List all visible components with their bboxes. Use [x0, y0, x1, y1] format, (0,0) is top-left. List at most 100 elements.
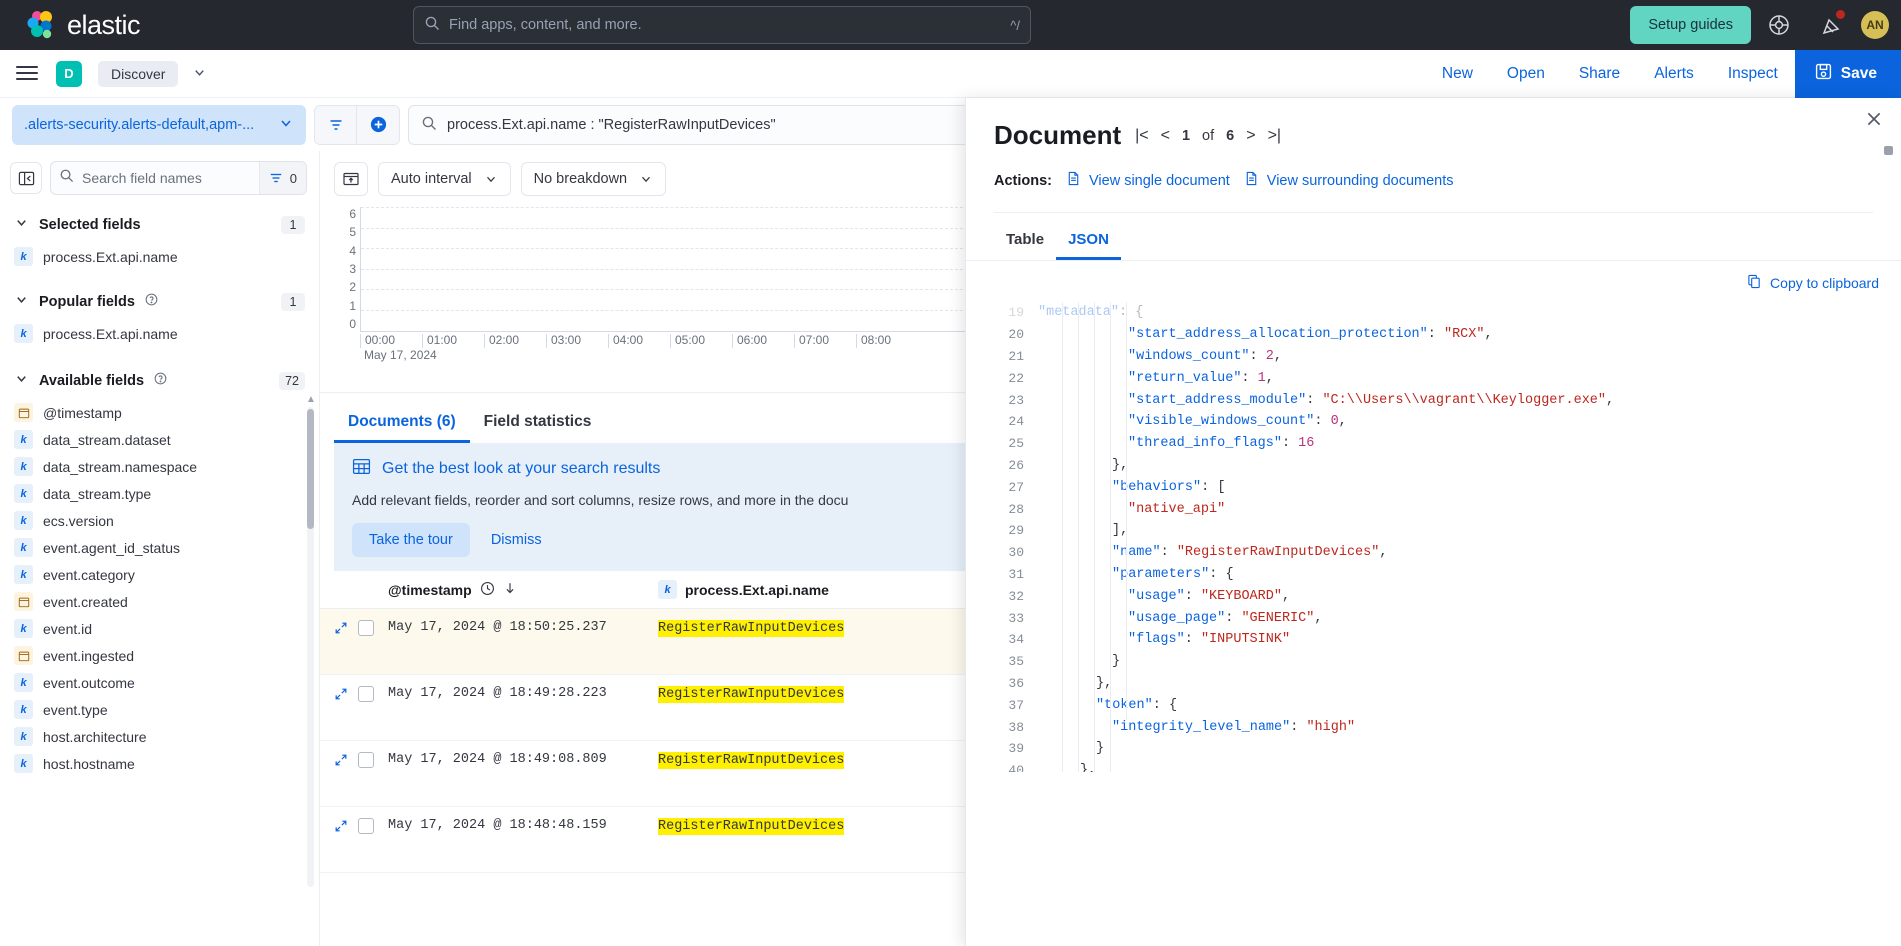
- field-item[interactable]: event.ingested: [0, 642, 319, 669]
- field-item[interactable]: k host.architecture: [0, 723, 319, 750]
- row-checkbox[interactable]: [358, 752, 388, 768]
- save-button[interactable]: Save: [1795, 50, 1901, 98]
- line-number: 27: [994, 480, 1038, 495]
- code-line: 29 ],: [994, 520, 1901, 542]
- expand-row-icon[interactable]: [334, 686, 358, 704]
- dismiss-button[interactable]: Dismiss: [478, 523, 555, 557]
- page-title: Document: [994, 120, 1121, 151]
- filter-options-button[interactable]: [315, 106, 357, 144]
- row-checkbox[interactable]: [358, 686, 388, 702]
- field-item[interactable]: k event.id: [0, 615, 319, 642]
- line-text: ],: [1038, 523, 1128, 538]
- row-checkbox[interactable]: [358, 620, 388, 636]
- nav-inspect[interactable]: Inspect: [1711, 65, 1795, 83]
- code-line: 31 "parameters": {: [994, 564, 1901, 586]
- interval-selector[interactable]: Auto interval: [378, 162, 511, 196]
- field-type-keyword-icon: k: [14, 457, 33, 476]
- field-name: event.agent_id_status: [43, 540, 180, 556]
- global-search-input[interactable]: Find apps, content, and more. ^/: [413, 6, 1031, 44]
- avatar[interactable]: AN: [1861, 11, 1889, 39]
- sidebar-scrollbar-thumb[interactable]: [307, 409, 314, 529]
- expand-row-icon[interactable]: [334, 752, 358, 770]
- column-header-timestamp[interactable]: @timestamp: [388, 581, 658, 599]
- field-item[interactable]: k ecs.version: [0, 507, 319, 534]
- next-page-button[interactable]: >: [1246, 127, 1255, 145]
- space-avatar[interactable]: D: [56, 61, 82, 87]
- field-item[interactable]: k process.Ext.api.name: [0, 320, 319, 347]
- last-page-button[interactable]: >|: [1268, 127, 1282, 145]
- take-the-tour-button[interactable]: Take the tour: [352, 523, 470, 557]
- help-icon[interactable]: [1767, 13, 1791, 37]
- json-scrollbar-thumb[interactable]: [1884, 146, 1893, 155]
- collapse-sidebar-button[interactable]: [10, 162, 42, 194]
- prev-page-button[interactable]: <: [1161, 127, 1170, 145]
- first-page-button[interactable]: |<: [1135, 127, 1149, 145]
- field-item[interactable]: k event.type: [0, 696, 319, 723]
- field-item[interactable]: k event.outcome: [0, 669, 319, 696]
- copy-icon: [1747, 274, 1762, 292]
- global-header: elastic Find apps, content, and more. ^/…: [0, 0, 1901, 50]
- group-selected-fields[interactable]: Selected fields 1: [0, 203, 319, 243]
- chevron-down-icon[interactable]: [192, 65, 207, 83]
- field-name: data_stream.dataset: [43, 432, 171, 448]
- data-view-label: .alerts-security.alerts-default,apm-...: [24, 117, 254, 133]
- tab-field-statistics[interactable]: Field statistics: [470, 405, 606, 443]
- field-item[interactable]: k data_stream.namespace: [0, 453, 319, 480]
- search-field-names-input[interactable]: Search field names 0: [50, 161, 307, 195]
- chart-options-button[interactable]: [334, 162, 368, 196]
- json-code-viewer[interactable]: 19 "metadata": { 20 "start_address_alloc…: [994, 302, 1901, 772]
- expand-row-icon[interactable]: [334, 818, 358, 836]
- view-surrounding-documents-link[interactable]: View surrounding documents: [1244, 171, 1454, 190]
- copy-to-clipboard-button[interactable]: Copy to clipboard: [1747, 274, 1879, 292]
- app-nav-bar: D Discover New Open Share Alerts Inspect…: [0, 50, 1901, 98]
- tab-documents[interactable]: Documents (6): [334, 405, 470, 443]
- add-filter-button[interactable]: [357, 106, 399, 144]
- field-item-timestamp[interactable]: @timestamp: [0, 399, 319, 426]
- field-filter-button[interactable]: 0: [259, 162, 306, 194]
- cell-timestamp: May 17, 2024 @ 18:50:25.237: [388, 620, 658, 635]
- document-icon: [1066, 171, 1081, 190]
- flyout-tab-json[interactable]: JSON: [1056, 225, 1121, 260]
- menu-icon[interactable]: [16, 66, 38, 82]
- chevron-down-icon: [14, 292, 29, 312]
- row-checkbox[interactable]: [358, 818, 388, 834]
- group-title: Popular fields: [39, 294, 135, 310]
- breadcrumb-discover[interactable]: Discover: [98, 61, 178, 87]
- line-text: "usage_page": "GENERIC",: [1038, 611, 1322, 626]
- group-popular-fields[interactable]: Popular fields 1: [0, 270, 319, 320]
- field-item[interactable]: k event.category: [0, 561, 319, 588]
- breakdown-selector[interactable]: No breakdown: [521, 162, 667, 196]
- nav-share[interactable]: Share: [1562, 65, 1637, 83]
- code-line: 27 "behaviors": [: [994, 476, 1901, 498]
- field-item[interactable]: k data_stream.dataset: [0, 426, 319, 453]
- group-available-fields[interactable]: Available fields 72: [0, 347, 319, 399]
- field-item[interactable]: event.created: [0, 588, 319, 615]
- nav-open[interactable]: Open: [1490, 65, 1562, 83]
- field-filter-count: 0: [290, 171, 297, 186]
- scroll-up-arrow-icon: ▲: [306, 394, 316, 405]
- flyout-tab-table[interactable]: Table: [994, 225, 1056, 260]
- field-item[interactable]: k host.hostname: [0, 750, 319, 777]
- line-number: 28: [994, 502, 1038, 517]
- code-line: 33 "usage_page": "GENERIC",: [994, 607, 1901, 629]
- help-icon[interactable]: [154, 372, 167, 390]
- code-line: 20 "start_address_allocation_protection"…: [994, 324, 1901, 346]
- sort-desc-icon[interactable]: [503, 581, 517, 598]
- close-icon[interactable]: [1865, 110, 1883, 132]
- line-text: "integrity_level_name": "high": [1038, 720, 1355, 735]
- expand-row-icon[interactable]: [334, 620, 358, 638]
- view-single-document-link[interactable]: View single document: [1066, 171, 1230, 190]
- field-item[interactable]: k process.Ext.api.name: [0, 243, 319, 270]
- y-tick: 3: [349, 262, 356, 276]
- field-item[interactable]: k data_stream.type: [0, 480, 319, 507]
- help-icon[interactable]: [145, 293, 158, 311]
- data-view-selector[interactable]: .alerts-security.alerts-default,apm-...: [12, 105, 306, 145]
- column-header-api-name[interactable]: k process.Ext.api.name: [658, 580, 829, 599]
- line-text: "native_api": [1038, 502, 1225, 517]
- setup-guides-button[interactable]: Setup guides: [1630, 6, 1751, 44]
- flyout-actions: Actions: View single document: [994, 171, 1873, 190]
- elastic-brand[interactable]: elastic: [0, 9, 140, 41]
- nav-alerts[interactable]: Alerts: [1637, 65, 1711, 83]
- field-item[interactable]: k event.agent_id_status: [0, 534, 319, 561]
- nav-new[interactable]: New: [1425, 65, 1490, 83]
